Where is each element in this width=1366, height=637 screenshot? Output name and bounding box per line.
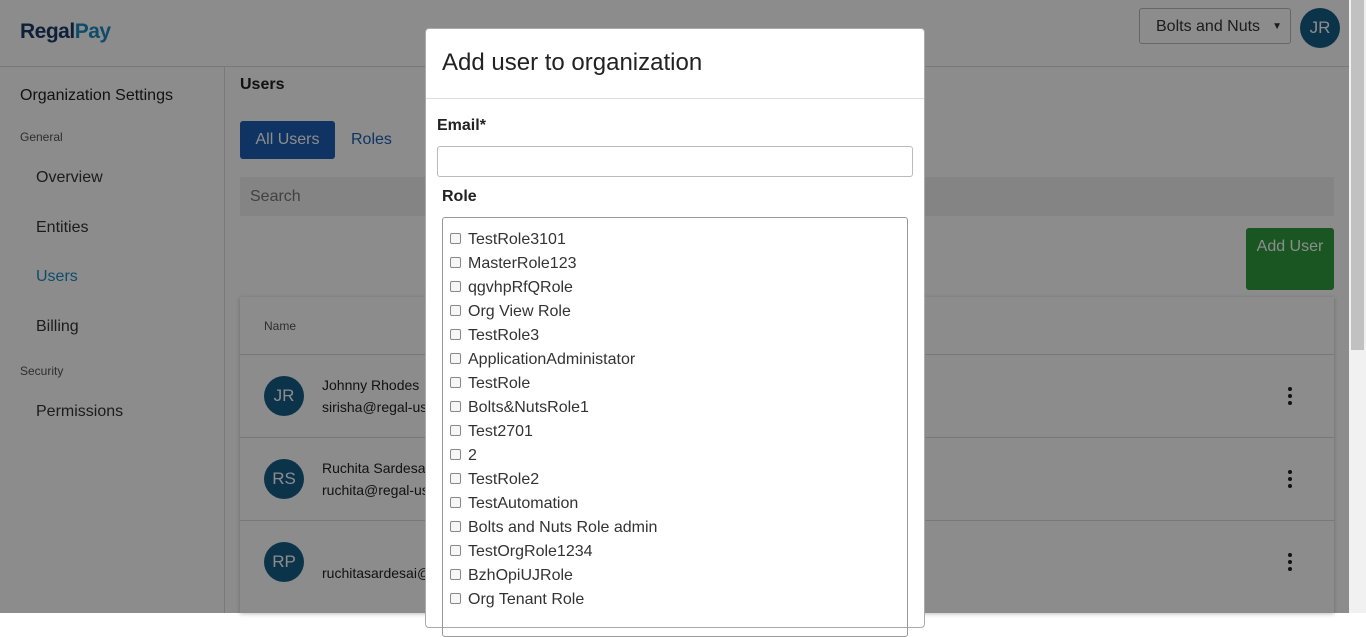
- role-option[interactable]: Bolts&NutsRole1: [450, 396, 657, 420]
- role-option[interactable]: TestRole3: [450, 324, 657, 348]
- scrollbar-thumb[interactable]: [1351, 0, 1364, 350]
- role-option-label: MasterRole123: [468, 255, 577, 272]
- modal-header: Add user to organization: [426, 29, 924, 99]
- role-option[interactable]: TestRole2: [450, 468, 657, 492]
- role-option-label: TestRole3101: [468, 231, 566, 248]
- role-option-label: Test2701: [468, 423, 533, 440]
- role-checkbox[interactable]: [450, 472, 461, 484]
- role-option-label: TestAutomation: [468, 495, 579, 512]
- email-label: Email*: [437, 117, 486, 134]
- role-label: Role: [442, 188, 477, 205]
- role-checkbox[interactable]: [450, 520, 461, 532]
- role-option-label: TestRole: [468, 375, 531, 392]
- role-option-label: Org View Role: [468, 303, 571, 320]
- role-checkbox[interactable]: [450, 232, 461, 244]
- role-checkbox[interactable]: [450, 544, 461, 556]
- role-option[interactable]: qgvhpRfQRole: [450, 276, 657, 300]
- role-list: TestRole3101 MasterRole123 qgvhpRfQRole Org…: [450, 228, 657, 612]
- role-option[interactable]: Org Tenant Role: [450, 588, 657, 612]
- role-checkbox[interactable]: [450, 568, 461, 580]
- role-checkbox[interactable]: [450, 304, 461, 316]
- role-option[interactable]: TestAutomation: [450, 492, 657, 516]
- role-option[interactable]: TestOrgRole1234: [450, 540, 657, 564]
- email-field[interactable]: [437, 146, 913, 177]
- role-checkbox[interactable]: [450, 328, 461, 340]
- role-option[interactable]: MasterRole123: [450, 252, 657, 276]
- role-option[interactable]: Bolts and Nuts Role admin: [450, 516, 657, 540]
- role-option[interactable]: TestRole: [450, 372, 657, 396]
- role-option-label: BzhOpiUJRole: [468, 567, 573, 584]
- role-list-box[interactable]: TestRole3101 MasterRole123 qgvhpRfQRole Org…: [442, 217, 908, 637]
- role-option-label: Org Tenant Role: [468, 591, 585, 608]
- role-checkbox[interactable]: [450, 448, 461, 460]
- role-option-label: 2: [468, 447, 477, 464]
- role-option-label: TestOrgRole1234: [468, 543, 593, 560]
- role-option[interactable]: TestRole3101: [450, 228, 657, 252]
- role-option-label: TestRole3: [468, 327, 540, 344]
- role-checkbox[interactable]: [450, 424, 461, 436]
- role-option-label: Bolts&NutsRole1: [468, 399, 589, 416]
- role-option[interactable]: Test2701: [450, 420, 657, 444]
- role-checkbox[interactable]: [450, 352, 461, 364]
- modal-title: Add user to organization: [442, 49, 703, 76]
- role-option[interactable]: 2: [450, 444, 657, 468]
- role-checkbox[interactable]: [450, 592, 461, 604]
- role-checkbox[interactable]: [450, 400, 461, 412]
- role-option-label: ApplicationAdministator: [468, 351, 636, 368]
- role-checkbox[interactable]: [450, 496, 461, 508]
- page-scrollbar[interactable]: [1349, 0, 1366, 613]
- role-checkbox[interactable]: [450, 256, 461, 268]
- role-option-label: qgvhpRfQRole: [468, 279, 573, 296]
- role-option-label: TestRole2: [468, 471, 540, 488]
- role-checkbox[interactable]: [450, 280, 461, 292]
- add-user-modal: Add user to organization Email* Role Tes…: [425, 28, 925, 637]
- role-option[interactable]: ApplicationAdministator: [450, 348, 657, 372]
- role-checkbox[interactable]: [450, 376, 461, 388]
- role-option-label: Bolts and Nuts Role admin: [468, 519, 658, 536]
- role-option[interactable]: BzhOpiUJRole: [450, 564, 657, 588]
- role-option[interactable]: Org View Role: [450, 300, 657, 324]
